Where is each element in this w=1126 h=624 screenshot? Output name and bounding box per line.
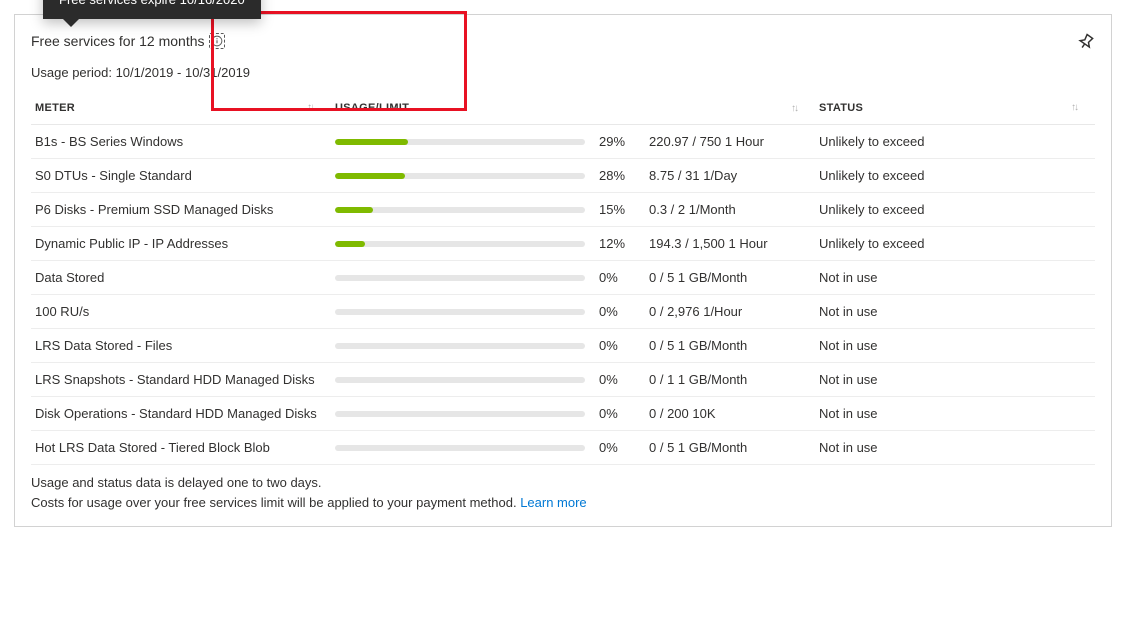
- info-tooltip: Free services expire 10/16/2020: [43, 0, 261, 19]
- cell-meter: Hot LRS Data Stored - Tiered Block Blob: [31, 431, 331, 465]
- progress-track: [335, 377, 585, 383]
- progress-track: [335, 173, 585, 179]
- cell-percent: 15%: [595, 193, 645, 227]
- table-row: Dynamic Public IP - IP Addresses 12%194.3…: [31, 227, 1095, 261]
- cell-usage: 0 / 5 1 GB/Month: [645, 329, 815, 363]
- cell-meter: LRS Data Stored - Files: [31, 329, 331, 363]
- usage-period-label: Usage period:: [31, 65, 112, 80]
- table-row: Hot LRS Data Stored - Tiered Block Blob 0…: [31, 431, 1095, 465]
- cell-usage: 8.75 / 31 1/Day: [645, 159, 815, 193]
- cell-percent: 12%: [595, 227, 645, 261]
- progress-track: [335, 207, 585, 213]
- cell-usage: 194.3 / 1,500 1 Hour: [645, 227, 815, 261]
- cell-usage: 0.3 / 2 1/Month: [645, 193, 815, 227]
- cell-progress: [331, 295, 595, 329]
- cell-meter: B1s - BS Series Windows: [31, 125, 331, 159]
- cell-percent: 0%: [595, 261, 645, 295]
- cell-percent: 29%: [595, 125, 645, 159]
- card-title: Free services for 12 months: [31, 33, 205, 49]
- cell-meter: LRS Snapshots - Standard HDD Managed Dis…: [31, 363, 331, 397]
- progress-track: [335, 309, 585, 315]
- cell-usage: 0 / 1 1 GB/Month: [645, 363, 815, 397]
- table-row: B1s - BS Series Windows 29%220.97 / 750 1…: [31, 125, 1095, 159]
- cell-status: Unlikely to exceed: [815, 159, 1095, 193]
- footer-line2: Costs for usage over your free services …: [31, 495, 517, 510]
- cell-percent: 0%: [595, 431, 645, 465]
- usage-period-value: 10/1/2019 - 10/31/2019: [116, 65, 250, 80]
- cell-progress: [331, 329, 595, 363]
- cell-meter: P6 Disks - Premium SSD Managed Disks: [31, 193, 331, 227]
- usage-period: Usage period: 10/1/2019 - 10/31/2019: [31, 65, 1095, 80]
- cell-usage: 0 / 2,976 1/Hour: [645, 295, 815, 329]
- table-row: Disk Operations - Standard HDD Managed D…: [31, 397, 1095, 431]
- table-scroll[interactable]: METER ↑↓ USAGE/LIMIT ↑↓ STATUS ↑↓: [31, 94, 1095, 465]
- cell-usage: 0 / 5 1 GB/Month: [645, 261, 815, 295]
- cell-status: Unlikely to exceed: [815, 193, 1095, 227]
- sort-icon: ↑↓: [1071, 102, 1077, 113]
- cell-status: Not in use: [815, 261, 1095, 295]
- cell-percent: 0%: [595, 363, 645, 397]
- free-services-card: Free services for 12 months Free service…: [14, 14, 1112, 527]
- table-row: P6 Disks - Premium SSD Managed Disks 15%0…: [31, 193, 1095, 227]
- cell-percent: 0%: [595, 295, 645, 329]
- cell-progress: [331, 227, 595, 261]
- table-row: Data Stored 0%0 / 5 1 GB/MonthNot in use: [31, 261, 1095, 295]
- usage-table: METER ↑↓ USAGE/LIMIT ↑↓ STATUS ↑↓: [31, 94, 1095, 465]
- learn-more-link[interactable]: Learn more: [520, 495, 586, 510]
- progress-fill: [335, 173, 405, 179]
- col-header-usage-limit[interactable]: USAGE/LIMIT: [331, 94, 645, 125]
- pin-icon[interactable]: [1077, 33, 1095, 51]
- cell-meter: Data Stored: [31, 261, 331, 295]
- cell-status: Not in use: [815, 295, 1095, 329]
- cell-percent: 0%: [595, 329, 645, 363]
- cell-usage: 0 / 5 1 GB/Month: [645, 431, 815, 465]
- progress-track: [335, 411, 585, 417]
- table-row: LRS Data Stored - Files 0%0 / 5 1 GB/Mont…: [31, 329, 1095, 363]
- cell-progress: [331, 125, 595, 159]
- progress-track: [335, 445, 585, 451]
- cell-status: Unlikely to exceed: [815, 227, 1095, 261]
- cell-status: Not in use: [815, 363, 1095, 397]
- cell-meter: S0 DTUs - Single Standard: [31, 159, 331, 193]
- table-row: LRS Snapshots - Standard HDD Managed Dis…: [31, 363, 1095, 397]
- cell-progress: [331, 261, 595, 295]
- progress-track: [335, 275, 585, 281]
- col-header-usage-value[interactable]: ↑↓: [645, 94, 815, 125]
- cell-meter: Dynamic Public IP - IP Addresses: [31, 227, 331, 261]
- cell-status: Not in use: [815, 329, 1095, 363]
- cell-meter: 100 RU/s: [31, 295, 331, 329]
- progress-track: [335, 343, 585, 349]
- card-header: Free services for 12 months Free service…: [31, 33, 1095, 51]
- cell-status: Not in use: [815, 431, 1095, 465]
- progress-track: [335, 139, 585, 145]
- cell-progress: [331, 363, 595, 397]
- progress-fill: [335, 139, 408, 145]
- table-row: S0 DTUs - Single Standard 28%8.75 / 31 1/…: [31, 159, 1095, 193]
- footer-note: Usage and status data is delayed one to …: [31, 473, 1095, 512]
- progress-fill: [335, 241, 365, 247]
- cell-progress: [331, 431, 595, 465]
- cell-progress: [331, 193, 595, 227]
- sort-icon: ↑↓: [307, 102, 313, 113]
- cell-usage: 0 / 200 10K: [645, 397, 815, 431]
- cell-progress: [331, 159, 595, 193]
- cell-usage: 220.97 / 750 1 Hour: [645, 125, 815, 159]
- cell-progress: [331, 397, 595, 431]
- progress-track: [335, 241, 585, 247]
- table-row: 100 RU/s 0%0 / 2,976 1/HourNot in use: [31, 295, 1095, 329]
- tooltip-text: Free services expire 10/16/2020: [59, 0, 245, 7]
- cell-meter: Disk Operations - Standard HDD Managed D…: [31, 397, 331, 431]
- col-header-meter[interactable]: METER ↑↓: [31, 94, 331, 125]
- sort-icon: ↑↓: [791, 103, 797, 114]
- footer-line1: Usage and status data is delayed one to …: [31, 473, 1095, 493]
- cell-percent: 28%: [595, 159, 645, 193]
- table-container: METER ↑↓ USAGE/LIMIT ↑↓ STATUS ↑↓: [31, 94, 1095, 465]
- col-header-status[interactable]: STATUS ↑↓: [815, 94, 1095, 125]
- cell-status: Unlikely to exceed: [815, 125, 1095, 159]
- title-row: Free services for 12 months Free service…: [31, 33, 225, 49]
- cell-status: Not in use: [815, 397, 1095, 431]
- cell-percent: 0%: [595, 397, 645, 431]
- info-icon[interactable]: [209, 33, 225, 49]
- progress-fill: [335, 207, 373, 213]
